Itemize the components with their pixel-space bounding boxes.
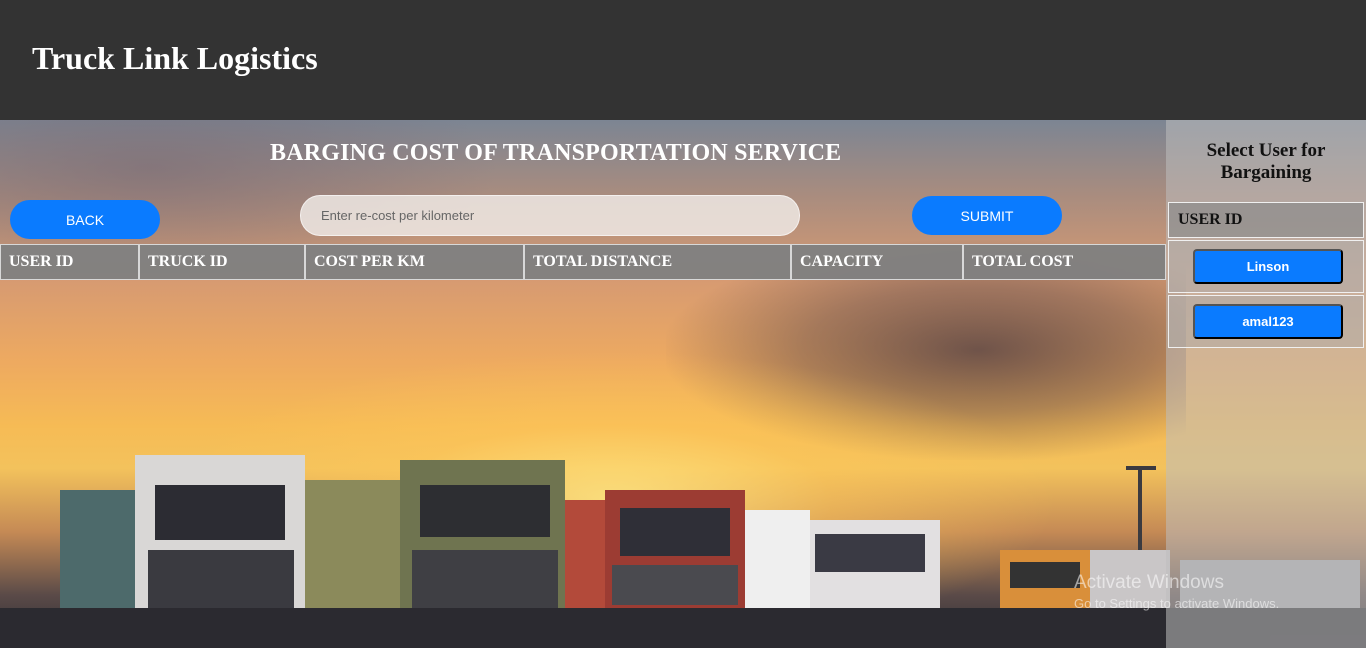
column-capacity: CAPACITY xyxy=(791,244,963,280)
main-panel: BARGING COST OF TRANSPORTATION SERVICE B… xyxy=(0,120,1366,648)
page-title: BARGING COST OF TRANSPORTATION SERVICE xyxy=(270,140,842,166)
submit-button[interactable]: SUBMIT xyxy=(912,196,1062,235)
windows-activation-watermark: Activate Windows Go to Settings to activ… xyxy=(1074,572,1279,611)
column-user-id: USER ID xyxy=(0,244,139,280)
column-cost-per-km: COST PER KM xyxy=(305,244,524,280)
watermark-subtitle: Go to Settings to activate Windows. xyxy=(1074,596,1280,611)
cost-input-placeholder: Enter re-cost per kilometer xyxy=(321,208,475,223)
sidebar-column-user-id: USER ID xyxy=(1168,202,1364,238)
sidebar-title: Select User for Bargaining xyxy=(1206,140,1326,183)
cost-table-header: USER ID TRUCK ID COST PER KM TOTAL DISTA… xyxy=(0,244,1166,280)
user-select-sidebar: Select User for Bargaining USER ID Linso… xyxy=(1166,120,1366,648)
user-button-amal123[interactable]: amal123 xyxy=(1193,304,1343,339)
cost-per-km-input[interactable]: Enter re-cost per kilometer xyxy=(300,195,800,236)
top-header: Truck Link Logistics xyxy=(0,0,1366,120)
column-total-distance: TOTAL DISTANCE xyxy=(524,244,791,280)
user-button-linson[interactable]: Linson xyxy=(1193,249,1343,284)
user-row: amal123 xyxy=(1168,295,1364,348)
watermark-title: Activate Windows xyxy=(1074,572,1224,593)
column-total-cost: TOTAL COST xyxy=(963,244,1166,280)
ground xyxy=(0,608,1366,648)
back-button[interactable]: BACK xyxy=(10,200,160,239)
user-row: Linson xyxy=(1168,240,1364,293)
brand-title: Truck Link Logistics xyxy=(32,40,318,76)
column-truck-id: TRUCK ID xyxy=(139,244,305,280)
